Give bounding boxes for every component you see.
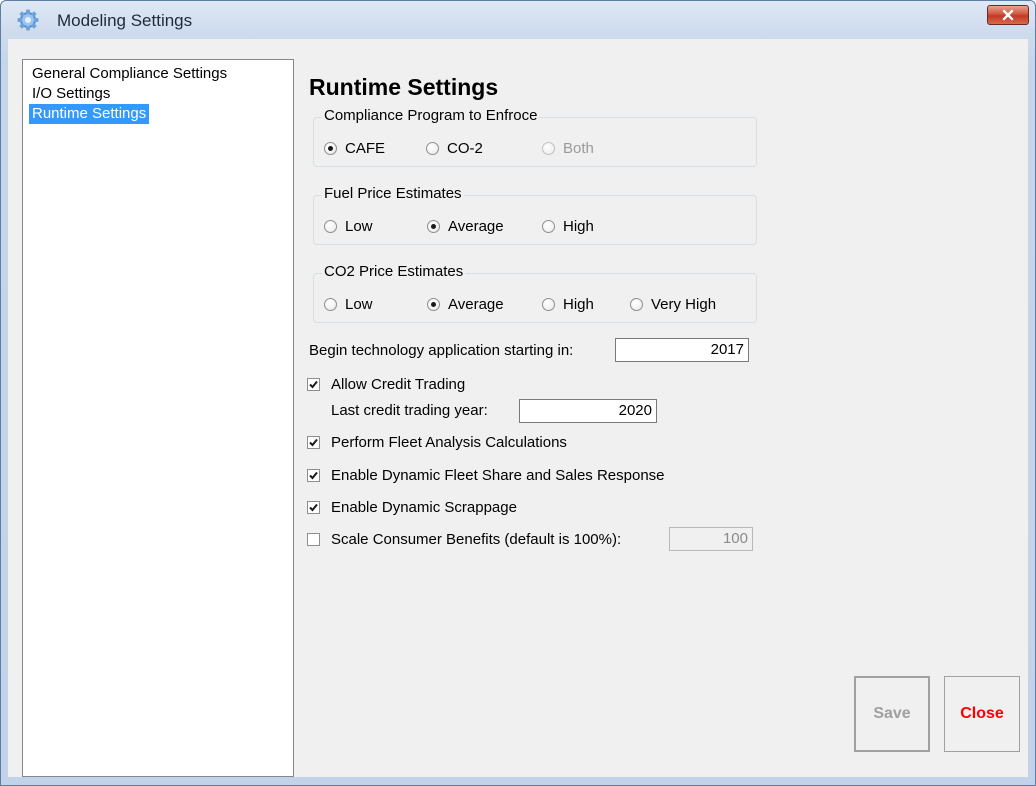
save-button[interactable]: Save	[854, 676, 930, 752]
co2-price-label: CO2 Price Estimates	[322, 263, 466, 280]
radio-label: High	[563, 217, 594, 235]
fleet-analysis-checkbox[interactable]: Perform Fleet Analysis Calculations	[307, 432, 567, 452]
radio-indicator	[324, 297, 337, 311]
radio-indicator	[542, 141, 555, 155]
gear-icon	[17, 9, 39, 31]
co2-price-group: CO2 Price Estimates Low Average High Ver…	[313, 263, 757, 323]
last-credit-year-input[interactable]: 2020	[519, 399, 657, 423]
page-title: Runtime Settings	[309, 74, 499, 100]
close-button[interactable]: Close	[944, 676, 1020, 752]
radio-indicator	[542, 297, 555, 311]
radio-label: Low	[345, 295, 373, 313]
compliance-program-group: Compliance Program to Enfroce CAFE CO-2 …	[313, 107, 757, 167]
window-title: Modeling Settings	[57, 11, 193, 30]
client-area: General Compliance Settings I/O Settings…	[8, 39, 1028, 777]
check-icon	[309, 380, 318, 388]
allow-credit-trading-checkbox[interactable]: Allow Credit Trading	[307, 374, 465, 394]
settings-nav-list[interactable]: General Compliance Settings I/O Settings…	[22, 59, 294, 777]
radio-label: CAFE	[345, 139, 386, 157]
checkbox-box	[307, 468, 320, 482]
last-credit-year-label: Last credit trading year:	[331, 402, 488, 419]
nav-item-general-compliance[interactable]: General Compliance Settings	[29, 64, 230, 84]
title-bar[interactable]: Modeling Settings	[1, 1, 1035, 39]
checkbox-label: Allow Credit Trading	[331, 375, 466, 393]
radio-co2-high[interactable]: High	[542, 294, 594, 314]
checkbox-box	[307, 435, 320, 449]
checkbox-label: Perform Fleet Analysis Calculations	[331, 433, 567, 451]
begin-year-label: Begin technology application starting in…	[309, 342, 574, 359]
radio-co2-average[interactable]: Average	[427, 294, 504, 314]
radio-indicator	[426, 141, 439, 155]
consumer-benefits-input: 100	[669, 527, 753, 551]
dynamic-fleet-share-checkbox[interactable]: Enable Dynamic Fleet Share and Sales Res…	[307, 465, 665, 485]
radio-label: CO-2	[447, 139, 483, 157]
radio-label: Very High	[651, 295, 717, 313]
radio-label: High	[563, 295, 594, 313]
fuel-price-group: Fuel Price Estimates Low Average High	[313, 185, 757, 245]
nav-item-runtime-settings[interactable]: Runtime Settings	[29, 104, 150, 124]
fuel-price-label: Fuel Price Estimates	[322, 185, 464, 202]
radio-co2-low[interactable]: Low	[324, 294, 373, 314]
radio-label: Average	[448, 295, 504, 313]
checkbox-label: Scale Consumer Benefits (default is 100%…	[331, 530, 622, 548]
dynamic-scrappage-checkbox[interactable]: Enable Dynamic Scrappage	[307, 497, 517, 517]
radio-indicator	[427, 297, 440, 311]
radio-indicator	[324, 141, 337, 155]
radio-fuel-low[interactable]: Low	[324, 216, 373, 236]
checkbox-label: Enable Dynamic Scrappage	[331, 498, 517, 516]
checkbox-label: Enable Dynamic Fleet Share and Sales Res…	[331, 466, 665, 484]
compliance-program-label: Compliance Program to Enfroce	[322, 107, 540, 124]
checkbox-box	[307, 500, 320, 514]
radio-co2[interactable]: CO-2	[426, 138, 483, 158]
check-icon	[309, 503, 318, 511]
nav-item-io-settings[interactable]: I/O Settings	[29, 84, 113, 104]
radio-both: Both	[542, 138, 594, 158]
check-icon	[309, 438, 318, 446]
scale-consumer-benefits-checkbox[interactable]: Scale Consumer Benefits (default is 100%…	[307, 529, 621, 549]
radio-label: Average	[448, 217, 504, 235]
check-icon	[309, 471, 318, 479]
radio-cafe[interactable]: CAFE	[324, 138, 385, 158]
modeling-settings-window: Modeling Settings General Compliance Set…	[0, 0, 1036, 786]
checkbox-box	[307, 532, 320, 546]
radio-fuel-high[interactable]: High	[542, 216, 594, 236]
window-close-button[interactable]	[987, 5, 1029, 25]
radio-label: Low	[345, 217, 373, 235]
radio-co2-very-high[interactable]: Very High	[630, 294, 716, 314]
radio-indicator	[542, 219, 555, 233]
checkbox-box	[307, 377, 320, 391]
close-icon	[1002, 9, 1014, 21]
radio-label: Both	[563, 139, 594, 157]
radio-indicator	[630, 297, 643, 311]
radio-fuel-average[interactable]: Average	[427, 216, 504, 236]
begin-year-input[interactable]: 2017	[615, 338, 749, 362]
radio-indicator	[324, 219, 337, 233]
radio-indicator	[427, 219, 440, 233]
